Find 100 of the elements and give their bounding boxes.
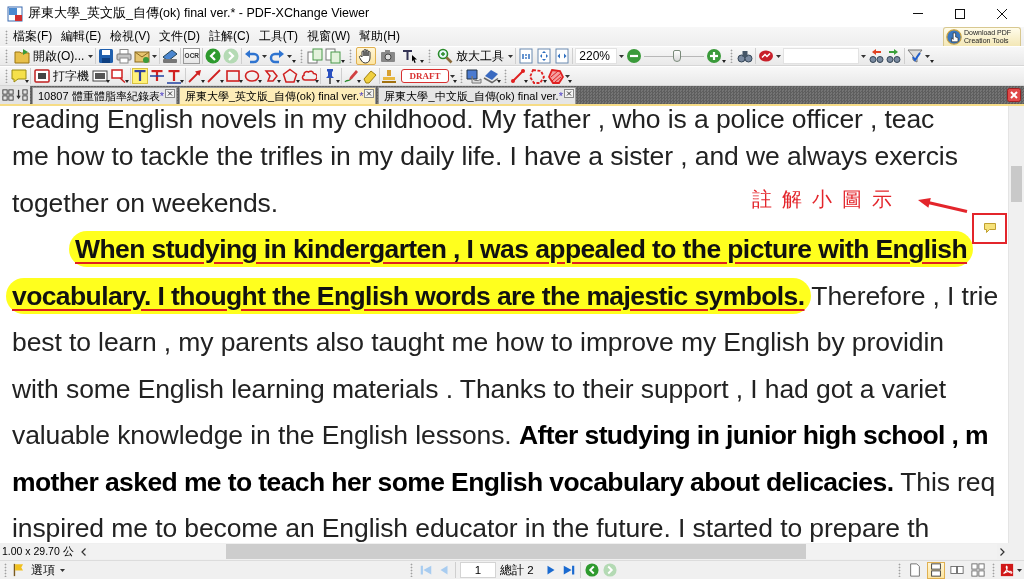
dropdown-arrow-icon[interactable] bbox=[201, 80, 205, 83]
grip-icon[interactable] bbox=[504, 69, 507, 83]
scanner-icon[interactable] bbox=[162, 48, 179, 64]
menu-item[interactable]: 編輯(E) bbox=[58, 28, 105, 45]
back-icon[interactable] bbox=[584, 563, 599, 577]
search-field[interactable] bbox=[783, 48, 860, 64]
area-tool-icon[interactable] bbox=[548, 68, 564, 84]
dropdown-arrow-icon[interactable] bbox=[543, 80, 547, 83]
cloud-tool-icon[interactable] bbox=[301, 68, 317, 84]
dropdown-arrow-icon[interactable] bbox=[357, 80, 361, 83]
callout-icon[interactable] bbox=[92, 68, 108, 84]
grip-icon[interactable] bbox=[349, 49, 353, 63]
zoom-slider[interactable] bbox=[644, 49, 705, 63]
dropdown-arrow-icon[interactable] bbox=[258, 80, 262, 83]
dropdown-arrow-icon[interactable] bbox=[508, 54, 514, 58]
grip-icon[interactable] bbox=[5, 69, 8, 83]
dropdown-arrow-icon[interactable] bbox=[336, 80, 340, 83]
grip-icon[interactable] bbox=[410, 563, 413, 577]
menu-item[interactable]: 註解(C) bbox=[206, 28, 253, 45]
vertical-scrollbar[interactable] bbox=[1008, 106, 1024, 543]
dropdown-arrow-icon[interactable] bbox=[106, 80, 110, 83]
dropdown-arrow-icon[interactable] bbox=[239, 80, 243, 83]
menu-item[interactable]: 視窗(W) bbox=[304, 28, 354, 45]
pencil-icon[interactable] bbox=[343, 68, 359, 84]
grip-icon[interactable] bbox=[898, 563, 901, 577]
dropdown-arrow-icon[interactable] bbox=[262, 54, 268, 58]
stamp-picker[interactable]: DRAFT bbox=[401, 69, 449, 83]
continuous-page-button[interactable] bbox=[927, 561, 945, 579]
find-previous-icon[interactable] bbox=[868, 48, 885, 64]
menu-item[interactable]: 幫助(H) bbox=[356, 28, 403, 45]
zoom-out-icon[interactable] bbox=[626, 48, 643, 64]
menu-item[interactable]: 文件(D) bbox=[156, 28, 203, 45]
dropdown-arrow-icon[interactable] bbox=[277, 80, 281, 83]
shape-fill-icon[interactable] bbox=[466, 68, 482, 84]
dropdown-arrow-icon[interactable] bbox=[1017, 568, 1022, 572]
dropdown-arrow-icon[interactable] bbox=[315, 80, 319, 83]
last-page-icon[interactable] bbox=[561, 563, 576, 577]
distance-tool-icon[interactable] bbox=[510, 68, 526, 84]
close-icon[interactable] bbox=[1007, 88, 1021, 102]
flag-icon[interactable] bbox=[12, 563, 26, 577]
dropdown-arrow-icon[interactable] bbox=[722, 60, 727, 63]
dropdown-arrow-icon[interactable] bbox=[341, 60, 346, 63]
dropdown-arrow-icon[interactable] bbox=[125, 80, 129, 83]
filter-icon[interactable] bbox=[907, 48, 924, 64]
polygon-line-icon[interactable] bbox=[263, 68, 279, 84]
save-icon[interactable] bbox=[98, 48, 115, 64]
undo-icon[interactable] bbox=[244, 48, 261, 64]
dropdown-arrow-icon[interactable] bbox=[180, 80, 184, 83]
grip-icon[interactable] bbox=[300, 49, 304, 63]
slider-thumb[interactable] bbox=[672, 50, 681, 62]
hand-tool-button[interactable] bbox=[356, 47, 377, 65]
ellipse-tool-icon[interactable] bbox=[244, 68, 260, 84]
options-button[interactable]: 選項 bbox=[29, 562, 57, 578]
grip-icon[interactable] bbox=[992, 563, 995, 577]
dropdown-arrow-icon[interactable] bbox=[524, 80, 528, 83]
facing-continuous-button[interactable] bbox=[969, 561, 987, 579]
tab-list-icon[interactable] bbox=[16, 89, 28, 101]
layers-icon[interactable] bbox=[483, 68, 499, 84]
grip-icon[interactable] bbox=[5, 49, 8, 63]
zoom-tool-button[interactable]: 放大工具 bbox=[435, 47, 507, 65]
page-number-field[interactable]: 1 bbox=[460, 562, 496, 578]
document-tab[interactable]: 屏東大學_中文版_自傳(ok) final ver.* bbox=[378, 87, 576, 104]
redo-icon[interactable] bbox=[269, 48, 286, 64]
close-icon[interactable] bbox=[997, 8, 1007, 19]
grip-icon[interactable] bbox=[460, 69, 463, 83]
dropdown-arrow-icon[interactable] bbox=[25, 80, 29, 83]
document-tab[interactable]: 10807 體重體脂率紀錄表* bbox=[32, 87, 177, 104]
highlight-text-icon[interactable] bbox=[132, 68, 148, 84]
zoom-field[interactable]: 220% bbox=[575, 48, 618, 64]
document-tab[interactable]: 屏東大學_英文版_自傳(ok) final ver.* bbox=[178, 87, 377, 104]
binoculars-icon[interactable] bbox=[737, 48, 754, 64]
grip-icon[interactable] bbox=[5, 29, 8, 44]
grip-icon[interactable] bbox=[730, 49, 734, 63]
strikeout-text-icon[interactable] bbox=[149, 68, 165, 84]
typewriter-button[interactable]: 打字機 bbox=[32, 67, 91, 85]
open-button[interactable]: 開啟(O)... bbox=[12, 47, 87, 65]
pdf-icon[interactable] bbox=[1000, 563, 1014, 577]
maximize-icon[interactable] bbox=[955, 8, 965, 19]
back-icon[interactable] bbox=[205, 48, 222, 64]
dropdown-arrow-icon[interactable] bbox=[60, 568, 65, 572]
grip-icon[interactable] bbox=[4, 563, 7, 577]
dropdown-arrow-icon[interactable] bbox=[861, 54, 867, 58]
arrow-tool-icon[interactable] bbox=[187, 68, 203, 84]
dropdown-arrow-icon[interactable] bbox=[220, 80, 224, 83]
perimeter-tool-icon[interactable] bbox=[529, 68, 545, 84]
scrollbar-thumb[interactable] bbox=[226, 544, 806, 559]
menu-item[interactable]: 檢視(V) bbox=[107, 28, 154, 45]
menu-item[interactable]: 檔案(F) bbox=[10, 28, 56, 45]
web-search-icon[interactable] bbox=[758, 48, 775, 64]
stamp-icon[interactable] bbox=[381, 68, 397, 84]
dropdown-arrow-icon[interactable] bbox=[497, 80, 501, 83]
grip-icon[interactable] bbox=[428, 49, 432, 63]
dropdown-arrow-icon[interactable] bbox=[619, 54, 625, 58]
underline-text-icon[interactable] bbox=[166, 68, 182, 84]
menu-item[interactable]: 工具(T) bbox=[255, 28, 301, 45]
scroll-left-icon[interactable] bbox=[81, 547, 86, 556]
fit-width-icon[interactable] bbox=[554, 48, 571, 64]
dropdown-arrow-icon[interactable] bbox=[88, 54, 94, 58]
line-tool-icon[interactable] bbox=[206, 68, 222, 84]
find-next-icon[interactable] bbox=[886, 48, 903, 64]
